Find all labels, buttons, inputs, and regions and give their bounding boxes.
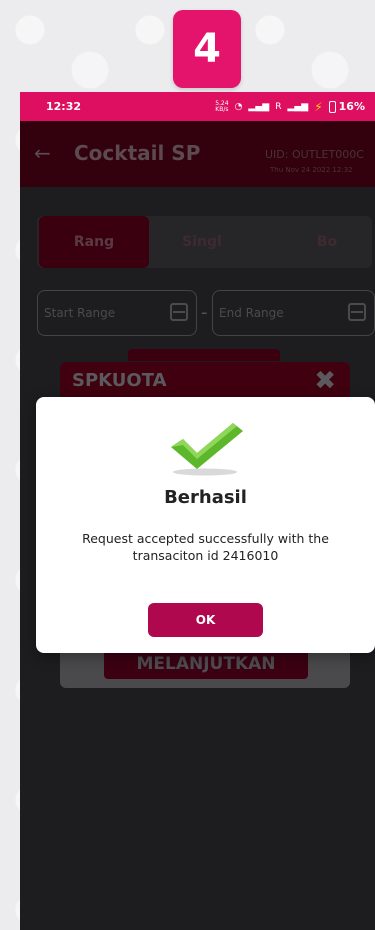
date-label: Thu Nov 24 2022 12:32 bbox=[270, 166, 353, 174]
charging-icon: ⚡ bbox=[314, 99, 323, 114]
battery-icon bbox=[328, 100, 336, 113]
dialog-title: Berhasil bbox=[164, 487, 247, 508]
status-time: 12:32 bbox=[46, 100, 82, 113]
back-arrow-icon[interactable]: ← bbox=[34, 141, 51, 165]
tab-box[interactable]: Bo bbox=[287, 216, 367, 268]
scan-icon[interactable] bbox=[348, 303, 366, 321]
page-title: Cocktail SP bbox=[74, 141, 201, 165]
wifi-icon: ◔ bbox=[234, 101, 243, 112]
success-dialog: Berhasil Request accepted successfully w… bbox=[36, 397, 375, 653]
signal-icon: ▂▄▆ bbox=[248, 101, 270, 112]
sheet-header: SPKUOTA ✖ bbox=[60, 362, 350, 402]
dialog-message: Request accepted successfully with the t… bbox=[82, 531, 329, 563]
battery-indicator: 16% bbox=[328, 100, 365, 113]
end-range-input[interactable]: End Range bbox=[212, 290, 375, 336]
app-bar: ← Cocktail SP UID: OUTLET000C Thu Nov 24… bbox=[20, 121, 375, 187]
range-separator: - bbox=[201, 302, 208, 323]
close-icon[interactable]: ✖ bbox=[314, 366, 336, 396]
ok-button[interactable]: OK bbox=[148, 603, 263, 637]
submit-button-background bbox=[128, 349, 280, 361]
net-speed: 5.24 KB/s bbox=[215, 99, 229, 113]
status-bar: 12:32 5.24 KB/s ◔ ▂▄▆ R ▂▄▆ ⚡ 16% bbox=[20, 92, 375, 121]
status-icons: 5.24 KB/s ◔ ▂▄▆ R ▂▄▆ ⚡ 16% bbox=[215, 100, 365, 114]
sheet-title: SPKUOTA bbox=[72, 370, 167, 391]
tab-single[interactable]: Singl bbox=[162, 216, 242, 268]
roaming-label: R bbox=[275, 101, 282, 112]
checkmark-icon bbox=[171, 423, 243, 476]
tab-range[interactable]: Rang bbox=[39, 216, 149, 268]
mode-tabs: Rang Singl Bo bbox=[37, 216, 372, 268]
signal-icon-2: ▂▄▆ bbox=[287, 101, 309, 112]
scan-icon[interactable] bbox=[170, 303, 188, 321]
uid-label: UID: OUTLET000C bbox=[265, 148, 364, 161]
start-range-input[interactable]: Start Range bbox=[37, 290, 197, 336]
step-badge: 4 bbox=[173, 10, 241, 88]
continue-button[interactable]: MELANJUTKAN bbox=[104, 649, 308, 679]
